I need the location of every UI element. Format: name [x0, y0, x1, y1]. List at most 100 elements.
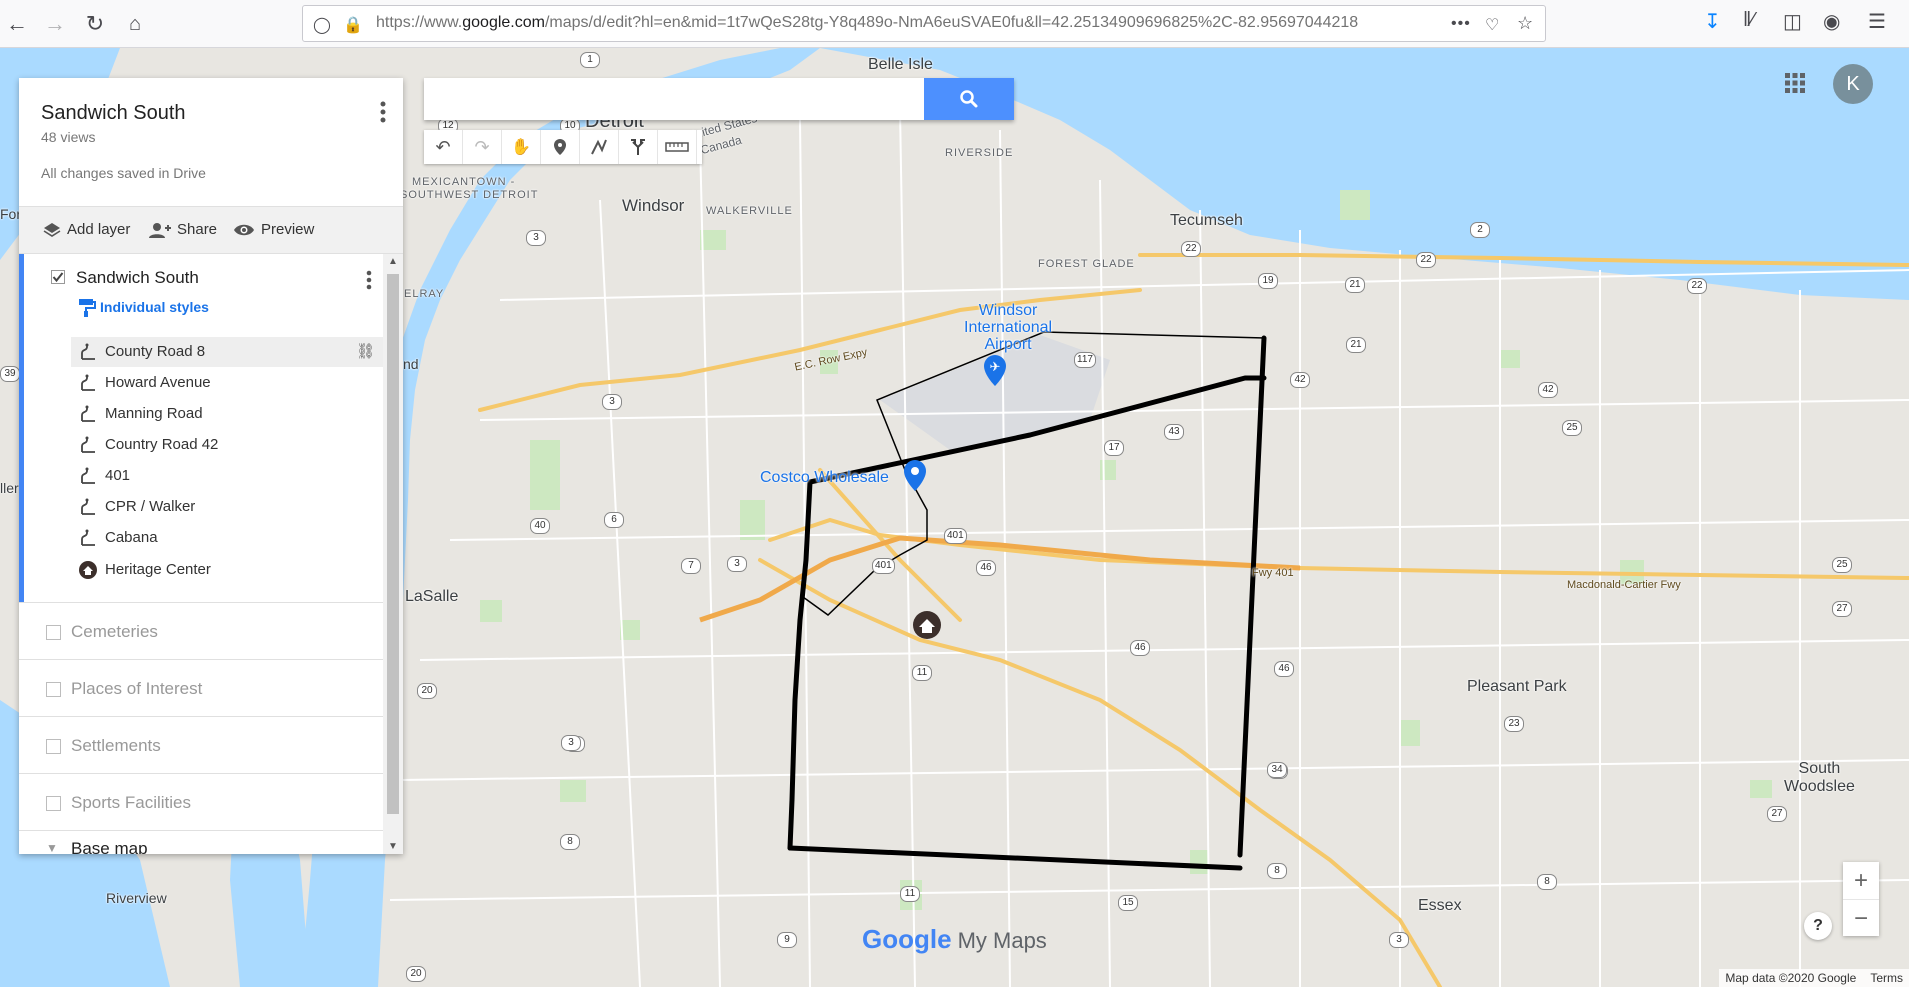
layer-options-icon[interactable] — [359, 268, 379, 292]
search-button[interactable] — [924, 78, 1014, 120]
map-label-fwy-401: Fwy 401 — [1252, 567, 1294, 579]
layer-cemeteries[interactable]: Cemeteries — [19, 602, 383, 659]
zoom-out-button[interactable]: − — [1843, 900, 1879, 937]
panel-scrollbar[interactable]: ▲ ▼ — [383, 254, 403, 854]
terms-link[interactable]: Terms — [1870, 971, 1903, 985]
route-shield: 22 — [1181, 241, 1201, 257]
route-shield: 22 — [1687, 278, 1707, 294]
account-avatar[interactable]: K — [1833, 64, 1873, 104]
map-title[interactable]: Sandwich South — [41, 102, 186, 125]
sidebar-icon[interactable]: ◫ — [1783, 9, 1802, 34]
forward-icon[interactable]: → — [40, 9, 70, 39]
add-marker-button[interactable] — [541, 130, 580, 164]
redo-button[interactable]: ↷ — [463, 130, 502, 164]
measure-button[interactable] — [658, 130, 697, 164]
route-shield: 46 — [1130, 640, 1150, 656]
line-icon — [81, 529, 95, 546]
route-shield: 46 — [1274, 661, 1294, 677]
route-shield: 34 — [1267, 762, 1287, 778]
layer-visibility-checkbox[interactable] — [46, 625, 61, 640]
feature-label: Cabana — [105, 529, 158, 546]
shield-icon[interactable]: ◯ — [313, 15, 331, 35]
layer-name: Sports Facilities — [71, 793, 191, 812]
zoom-control: + − — [1843, 862, 1879, 936]
legend-panel: Sandwich South 48 views All changes save… — [19, 78, 403, 854]
marker-icon — [554, 139, 566, 155]
share-label: Share — [177, 221, 218, 238]
layer-places-of-interest[interactable]: Places of Interest — [19, 659, 383, 716]
directions-button[interactable] — [619, 130, 658, 164]
bookmark-star-icon[interactable]: ☆ — [1517, 13, 1533, 34]
redo-icon: ↷ — [474, 136, 490, 157]
scroll-up-icon[interactable]: ▲ — [388, 256, 398, 267]
route-shield: 9 — [777, 932, 797, 948]
url-text[interactable]: https://www.google.com/maps/d/edit?hl=en… — [376, 14, 1376, 32]
route-shield: 23 — [1504, 716, 1524, 732]
page-actions-icon[interactable]: ••• — [1451, 15, 1471, 33]
feature-label: County Road 8 — [105, 343, 206, 360]
feature-label: CPR / Walker — [105, 498, 196, 515]
ruler-icon — [665, 142, 689, 152]
feature-item[interactable]: Cabana — [71, 523, 383, 553]
reload-icon[interactable]: ↻ — [80, 9, 110, 39]
account-icon[interactable]: ◉ — [1823, 9, 1840, 34]
individual-styles-link[interactable]: Individual styles — [100, 299, 209, 315]
route-shield: 19 — [1258, 273, 1278, 289]
apps-grid-icon[interactable] — [1784, 72, 1806, 94]
route-shield: 3 — [727, 556, 747, 572]
add-layer-button[interactable]: Add layer — [43, 221, 130, 238]
layer-sports-facilities[interactable]: Sports Facilities — [19, 773, 383, 830]
more-options-icon[interactable] — [373, 98, 393, 126]
draw-line-button[interactable] — [580, 130, 619, 164]
feature-item[interactable]: County Road 8 ⛓ — [71, 337, 383, 367]
map-label-ller: ller — [0, 480, 19, 496]
download-icon[interactable]: ↧ — [1704, 9, 1721, 34]
map-label-south-woodslee: South Woodslee — [1784, 760, 1855, 795]
share-button[interactable]: Share — [149, 221, 217, 238]
select-hand-button[interactable]: ✋ — [502, 130, 541, 164]
map-label-belle-isle: Belle Isle — [868, 56, 933, 73]
scroll-down-icon[interactable]: ▼ — [388, 841, 398, 852]
address-bar[interactable]: ◯ 🔒 https://www.google.com/maps/d/edit?h… — [302, 5, 1546, 42]
library-icon[interactable]: ‖⁄ — [1743, 9, 1755, 32]
scroll-thumb[interactable] — [387, 274, 399, 814]
feature-item[interactable]: Country Road 42 — [71, 430, 383, 460]
route-shield: 401 — [944, 528, 967, 544]
route-shield: 11 — [912, 665, 932, 681]
chevron-down-icon[interactable]: ▼ — [46, 841, 58, 854]
paint-bucket-icon[interactable]: ⛓ — [356, 342, 375, 360]
map-label-tecumseh: Tecumseh — [1170, 212, 1243, 229]
layer-visibility-checkbox[interactable] — [46, 739, 61, 754]
feature-item[interactable]: Manning Road — [71, 399, 383, 429]
add-layer-label: Add layer — [67, 221, 131, 238]
route-shield: 25 — [1562, 420, 1582, 436]
layer-visibility-checkbox[interactable] — [51, 270, 65, 284]
feature-item[interactable]: Heritage Center — [71, 555, 383, 585]
map-label-pleasant-park: Pleasant Park — [1467, 678, 1567, 695]
home-icon[interactable]: ⌂ — [120, 9, 150, 39]
feature-label: Howard Avenue — [105, 374, 211, 391]
zoom-in-button[interactable]: + — [1843, 862, 1879, 900]
feature-item[interactable]: CPR / Walker — [71, 492, 383, 522]
feature-item[interactable]: Howard Avenue — [71, 368, 383, 398]
layer-visibility-checkbox[interactable] — [46, 796, 61, 811]
route-shield: 27 — [1767, 806, 1787, 822]
layer-visibility-checkbox[interactable] — [46, 682, 61, 697]
undo-button[interactable]: ↶ — [424, 130, 463, 164]
help-button[interactable]: ? — [1804, 912, 1832, 940]
preview-button[interactable]: Preview — [233, 221, 314, 238]
layer-settlements[interactable]: Settlements — [19, 716, 383, 773]
search-input[interactable] — [424, 78, 924, 120]
paint-roller-icon — [78, 298, 96, 323]
layer-base-map[interactable]: ▼ Base map — [19, 830, 383, 854]
map-label-lasalle: LaSalle — [405, 588, 459, 605]
menu-icon[interactable]: ☰ — [1868, 9, 1886, 34]
pocket-icon[interactable]: ♡ — [1485, 15, 1499, 35]
layer-title[interactable]: Sandwich South — [76, 268, 199, 288]
feature-item[interactable]: 401 — [71, 461, 383, 491]
back-icon[interactable]: ← — [2, 9, 32, 39]
map-label-walkerville: WALKERVILLE — [706, 205, 793, 217]
lock-icon[interactable]: 🔒 — [343, 15, 363, 35]
svg-text:✈: ✈ — [990, 360, 1001, 375]
route-shield: 39 — [0, 366, 20, 382]
